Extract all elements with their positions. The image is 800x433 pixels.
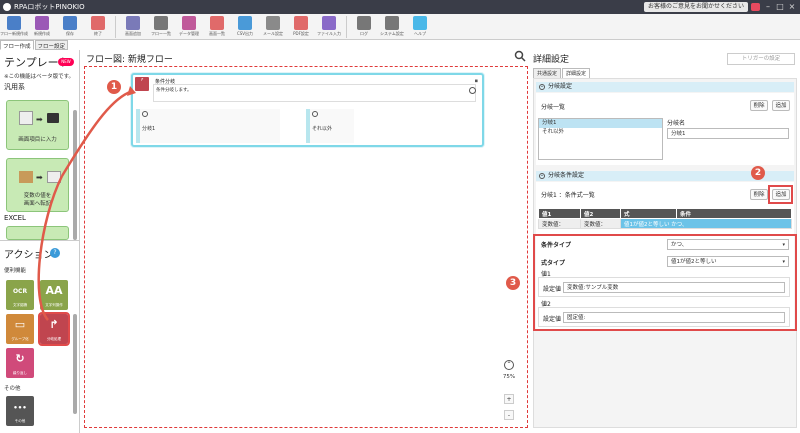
condition-type-label: 条件タイプ [541,242,572,249]
condition-table: 値1 値2 式 条件 変数値： 変数値： 値1が値2と等しい かつ、 [538,208,792,229]
collapse-icon: ^ [539,84,545,90]
branch-list[interactable]: 分岐1 それ以外 [538,118,663,160]
marker-1: 1 [107,80,121,94]
branch-name-input[interactable]: 分岐1 [667,128,789,139]
col-header: 値1 [538,208,581,219]
marker-2: 2 [751,166,765,180]
select-value: かつ、 [671,242,688,248]
setting-label: 設定値 [543,286,562,293]
section-title: 分岐設定 [548,83,573,90]
list-item[interactable]: 分岐1 [539,119,662,128]
branch-list-label: 分岐一覧 [541,104,566,111]
table-cell: 値1が値2と等しい かつ、 [620,218,792,229]
col-header: 値2 [580,208,621,219]
list-item[interactable]: それ以外 [539,128,662,137]
table-row[interactable]: 変数値： 変数値： 値1が値2と等しい かつ、 [538,218,792,229]
col-header: 条件 [676,208,792,219]
zoom-out-button[interactable]: - [504,410,514,420]
marker-3: 3 [506,276,520,290]
condition-type-select[interactable]: かつ、 ▾ [667,239,789,250]
dropdown-arrow-icon: ▾ [782,242,785,248]
condition-list-title: 分岐1 ：条件式一覧 [541,192,595,199]
details-header: 詳細設定 [533,55,570,65]
table-cell: 変数値： [538,218,581,229]
dropdown-arrow-icon: ▾ [782,259,785,265]
delete-condition-button[interactable]: 削除 [750,189,768,200]
value1-input[interactable]: 変数値:サンプル変数 [563,282,785,293]
expression-type-label: 式タイプ [541,260,566,267]
col-header: 式 [620,208,677,219]
select-value: 値1が値2と等しい [671,259,717,265]
table-cell: 変数値： [580,218,621,229]
expression-type-select[interactable]: 値1が値2と等しい ▾ [667,256,789,267]
zoom-level: 75% [502,374,516,380]
value2-input[interactable]: 固定値: [563,312,785,323]
highlight-add-button [768,185,793,204]
chevron-up-icon[interactable]: ⌃ [504,360,514,370]
zoom-control: ⌃ 75% [501,360,517,380]
branch-name-label: 分岐名 [667,120,686,127]
section-title: 分岐条件設定 [548,172,585,179]
setting-label: 設定値 [543,316,562,323]
add-branch-button[interactable]: 追加 [772,100,790,111]
delete-branch-button[interactable]: 削除 [750,100,768,111]
collapse-icon: ^ [539,173,545,179]
branch-settings-header[interactable]: ^ 分岐設定 [536,82,794,92]
trigger-settings-button[interactable]: トリガーの設定 [727,53,795,65]
zoom-in-button[interactable]: + [504,394,514,404]
